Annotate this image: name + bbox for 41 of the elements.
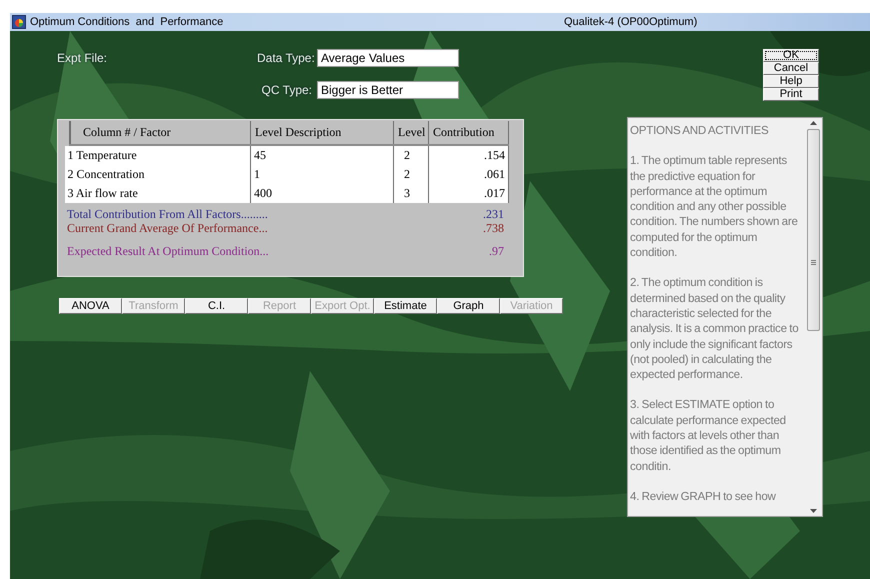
summary-value: .97 <box>489 244 504 258</box>
table-cell: 2 <box>394 165 428 184</box>
table-cell: 2 Concentration <box>64 165 250 184</box>
table-cell: 1 <box>250 165 394 184</box>
table-cell: .017 <box>428 184 508 203</box>
table-cell: 2 <box>394 145 428 165</box>
expt-file-label: Expt File: <box>57 51 108 65</box>
panel-title: OPTIONS AND ACTIVITIES <box>630 123 770 138</box>
dialog-button[interactable]: Cancel <box>763 62 819 75</box>
scroll-down-icon[interactable] <box>810 509 817 513</box>
data-type-field[interactable]: Average Values <box>317 49 459 67</box>
table-cell: 3 Air flow rate <box>64 184 250 203</box>
table-cell: .061 <box>428 165 508 184</box>
window-title: Optimum Conditions and Performance <box>30 16 224 28</box>
scroll-up-icon[interactable] <box>810 121 817 125</box>
summary-value: .231 <box>483 207 504 221</box>
summary-label: Current Grand Average Of Performance... <box>67 221 268 235</box>
summary-label: Expected Result At Optimum Condition... <box>67 244 269 258</box>
summary-value: .738 <box>483 221 504 235</box>
help-paragraph: 2. The optimum condition is determined based on the quality characteristic selected for the analysis. It is a common practice to only include the significant factors (not pooled) in calculating the expected performance. <box>630 275 800 382</box>
table-cell: 400 <box>250 184 394 203</box>
table-cell: 45 <box>250 145 394 165</box>
action-button[interactable]: Graph <box>437 298 500 314</box>
action-button[interactable]: ANOVA <box>59 298 122 314</box>
dialog-button[interactable]: Help <box>763 75 819 88</box>
help-paragraph: 1. The optimum table represents the predictive equation for performance at the optimum condition and any other possible condition. The numbers shown are computed for the optimum condition. <box>630 153 799 260</box>
data-type-label: Data Type: <box>257 51 316 65</box>
summary-label: Total Contribution From All Factors......... <box>67 207 268 221</box>
dialog-button[interactable]: Print <box>763 88 819 101</box>
action-button[interactable]: C.I. <box>185 298 248 314</box>
grip-icon[interactable] <box>811 260 816 265</box>
table-cell: 1 Temperature <box>64 145 250 165</box>
help-paragraph: 3. Select ESTIMATE option to calculate performance expected with factors at levels other than those identified as the optimum conditin. <box>630 397 787 474</box>
action-button[interactable]: Estimate <box>374 298 437 314</box>
qc-type-field[interactable]: Bigger is Better <box>317 81 459 99</box>
table-cell: .154 <box>428 145 508 165</box>
app-title: Qualitek-4 (OP00Optimum) <box>564 16 698 28</box>
qc-type-label: QC Type: <box>260 83 313 97</box>
help-paragraph: 4. Review GRAPH to see how <box>630 488 777 504</box>
table-cell: 3 <box>394 184 428 203</box>
app-icon <box>12 15 26 29</box>
